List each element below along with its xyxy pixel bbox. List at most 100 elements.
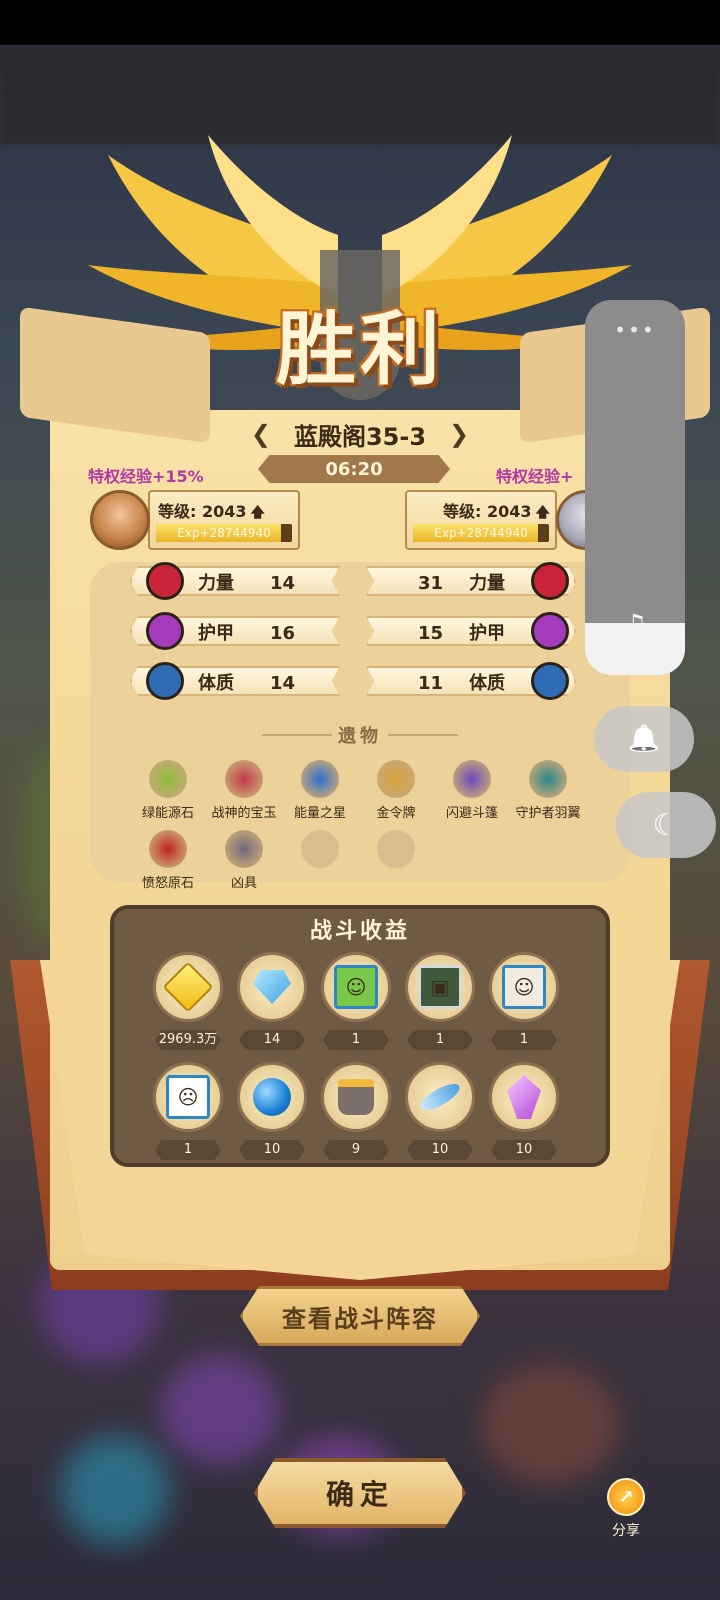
armor-icon <box>531 612 569 650</box>
relic-divider-right <box>388 734 458 736</box>
stat-value: 11 <box>418 673 444 694</box>
empty-slot-icon <box>301 830 339 868</box>
reward-count: 10 <box>491 1140 557 1160</box>
stat-label: 力量 <box>198 573 234 594</box>
stat-value: 16 <box>270 623 296 644</box>
relic-label: 凶具 <box>230 876 257 891</box>
relic-item[interactable]: 能量之星 <box>282 760 358 821</box>
reward-count: 1 <box>407 1030 473 1050</box>
dark-mode-button[interactable]: ☾ <box>616 792 716 858</box>
battle-gains-title: 战斗收益 <box>309 919 410 944</box>
box-hero-card-icon: ☹ <box>153 1062 223 1132</box>
green-hero-card-icon: ☺ <box>321 952 391 1022</box>
stat-value: 14 <box>270 673 296 694</box>
stat-label: 力量 <box>469 573 506 594</box>
level-up-icon: 🡅 <box>535 505 550 521</box>
left-hero-avatar[interactable] <box>90 490 150 550</box>
feather-icon <box>405 1062 475 1132</box>
relic-item[interactable]: 战神的宝玉 <box>206 760 282 821</box>
next-stage-icon[interactable]: ❯ <box>448 420 470 448</box>
relic-item[interactable]: 守护者羽翼 <box>510 760 586 821</box>
right-level-text: 等级: 2043 <box>443 502 532 521</box>
reward-item[interactable]: 2969.3万 <box>149 952 227 1050</box>
right-exp-text: Exp+28744940 <box>434 526 528 540</box>
left-level: 等级: 2043 🡅 <box>158 498 265 526</box>
relic-item[interactable]: 凶具 <box>206 830 282 891</box>
right-privilege-exp: 特权经验+ <box>496 467 574 486</box>
guardian-wing-icon <box>529 760 567 798</box>
stage-selector: ❮ 蓝殿阁35-3 ❯ <box>230 412 490 456</box>
armor-icon <box>146 612 184 650</box>
prev-stage-icon[interactable]: ❮ <box>250 420 272 448</box>
music-note-icon: ♫ <box>622 608 648 641</box>
reward-item[interactable]: 9 <box>317 1062 395 1160</box>
level-up-icon: 🡅 <box>250 505 265 521</box>
empty-slot-icon <box>377 830 415 868</box>
left-stat-text: 护甲 16 <box>198 619 295 645</box>
relic-item[interactable]: 绿能源石 <box>130 760 206 821</box>
volume-slider[interactable]: ••• ♫ <box>585 300 685 675</box>
energy-star-icon <box>301 760 339 798</box>
fist-icon <box>531 562 569 600</box>
more-options-icon[interactable]: ••• <box>585 318 685 342</box>
tank-hero-card-icon: ▣ <box>405 952 475 1022</box>
stat-value: 15 <box>418 623 444 644</box>
reward-item[interactable]: ☺ 1 <box>317 952 395 1050</box>
relic-item[interactable]: 闪避斗篷 <box>434 760 510 821</box>
blue-diamond-icon <box>237 952 307 1022</box>
stat-label: 体质 <box>469 673 506 694</box>
reward-count: 9 <box>323 1140 389 1160</box>
left-stat-text: 力量 14 <box>198 569 295 595</box>
left-level-text: 等级: 2043 <box>158 502 247 521</box>
reward-item[interactable]: 10 <box>485 1062 563 1160</box>
white-hero-card-icon: ☺ <box>489 952 559 1022</box>
reward-item[interactable]: ☺ 1 <box>485 952 563 1050</box>
reward-item[interactable]: 14 <box>233 952 311 1050</box>
share-icon: ↗ <box>607 1478 645 1516</box>
share-label: 分享 <box>612 1523 640 1539</box>
right-stat-text: 11 体质 <box>418 669 505 695</box>
right-stat-text: 15 护甲 <box>418 619 505 645</box>
dodge-cloak-icon <box>453 760 491 798</box>
reward-count: 2969.3万 <box>155 1030 221 1050</box>
stage-name: 蓝殿阁35-3 <box>293 422 427 451</box>
gold-token-icon <box>377 760 415 798</box>
stat-label: 护甲 <box>469 623 506 644</box>
reward-item[interactable]: ▣ 1 <box>401 952 479 1050</box>
relic-item[interactable]: 金令牌 <box>358 760 434 821</box>
heart-icon <box>531 662 569 700</box>
relic-item[interactable]: 愤怒原石 <box>130 830 206 891</box>
fierce-mask-icon <box>225 830 263 868</box>
view-lineup-button[interactable]: 查看战斗阵容 <box>240 1286 480 1346</box>
reward-item[interactable]: 10 <box>401 1062 479 1160</box>
left-privilege-exp: 特权经验+15% <box>88 467 204 486</box>
victory-title: 胜利 <box>276 303 444 396</box>
reward-count: 10 <box>239 1140 305 1160</box>
bell-icon: 🔔 <box>627 724 661 754</box>
heart-icon <box>146 662 184 700</box>
fist-icon <box>146 562 184 600</box>
confirm-button[interactable]: 确定 <box>254 1458 466 1528</box>
left-exp-bar: Exp+28744940 <box>156 524 292 542</box>
moon-icon: ☾ <box>652 807 680 843</box>
green-stone-icon <box>149 760 187 798</box>
relic-label: 绿能源石 <box>141 806 194 821</box>
stat-label: 护甲 <box>198 623 234 644</box>
blue-orb-icon <box>237 1062 307 1132</box>
bell-button[interactable]: 🔔 <box>594 706 694 772</box>
relic-label: 愤怒原石 <box>141 876 194 891</box>
empty-relic-slot <box>358 830 434 868</box>
share-button[interactable]: ↗ 分享 <box>606 1478 646 1540</box>
reward-count: 14 <box>239 1030 305 1050</box>
reward-item[interactable]: 10 <box>233 1062 311 1160</box>
reward-item[interactable]: ☹ 1 <box>149 1062 227 1160</box>
reward-count: 1 <box>491 1030 557 1050</box>
stat-label: 体质 <box>198 673 234 694</box>
reward-count: 1 <box>323 1030 389 1050</box>
battle-timer: 06:20 <box>258 455 450 483</box>
relic-label: 能量之星 <box>293 806 346 821</box>
stat-value: 14 <box>270 573 296 594</box>
purple-crystal-icon <box>489 1062 559 1132</box>
war-jade-icon <box>225 760 263 798</box>
stat-value: 31 <box>418 573 444 594</box>
